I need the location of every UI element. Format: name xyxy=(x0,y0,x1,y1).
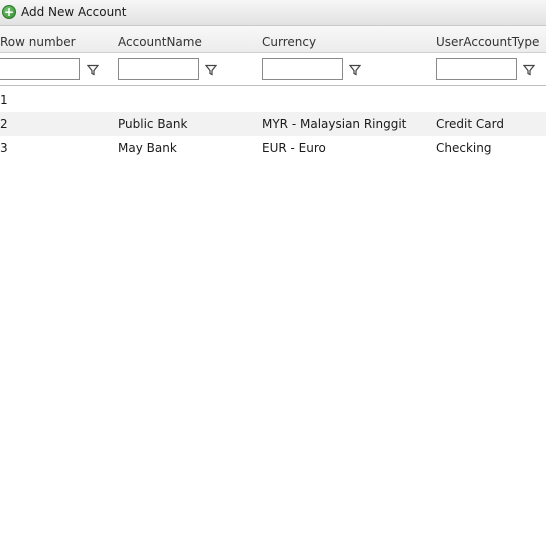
filter-input-account-name[interactable] xyxy=(118,58,199,80)
funnel-icon[interactable] xyxy=(523,64,535,76)
column-header-row-number[interactable]: Row number xyxy=(0,35,76,49)
grid-header: Row number AccountName Currency UserAcco… xyxy=(0,26,546,53)
toolbar: + Add New Account xyxy=(0,0,546,26)
cell-account-name: May Bank xyxy=(118,141,177,155)
plus-circle-icon: + xyxy=(2,5,16,19)
filter-input-currency[interactable] xyxy=(262,58,343,80)
filter-input-user-account-type[interactable] xyxy=(436,58,517,80)
column-header-user-account-type[interactable]: UserAccountType xyxy=(436,35,539,49)
cell-user-account-type: Checking xyxy=(436,141,492,155)
add-new-account-button[interactable]: + Add New Account xyxy=(2,3,127,21)
filter-input-row-number[interactable] xyxy=(0,58,80,80)
table-row[interactable]: 3 May Bank EUR - Euro Checking xyxy=(0,136,546,160)
funnel-icon[interactable] xyxy=(349,64,361,76)
cell-row-number: 2 xyxy=(0,117,8,131)
filter-row xyxy=(0,53,546,86)
cell-currency: EUR - Euro xyxy=(262,141,326,155)
cell-row-number: 1 xyxy=(0,93,8,107)
cell-row-number: 3 xyxy=(0,141,8,155)
table-row[interactable]: 1 xyxy=(0,88,546,112)
add-new-account-label: Add New Account xyxy=(21,5,127,19)
column-header-account-name[interactable]: AccountName xyxy=(118,35,202,49)
cell-currency: MYR - Malaysian Ringgit xyxy=(262,117,407,131)
table-row[interactable]: 2 Public Bank MYR - Malaysian Ringgit Cr… xyxy=(0,112,546,136)
column-header-currency[interactable]: Currency xyxy=(262,35,316,49)
funnel-icon[interactable] xyxy=(87,64,99,76)
cell-user-account-type: Credit Card xyxy=(436,117,504,131)
funnel-icon[interactable] xyxy=(205,64,217,76)
cell-account-name: Public Bank xyxy=(118,117,188,131)
